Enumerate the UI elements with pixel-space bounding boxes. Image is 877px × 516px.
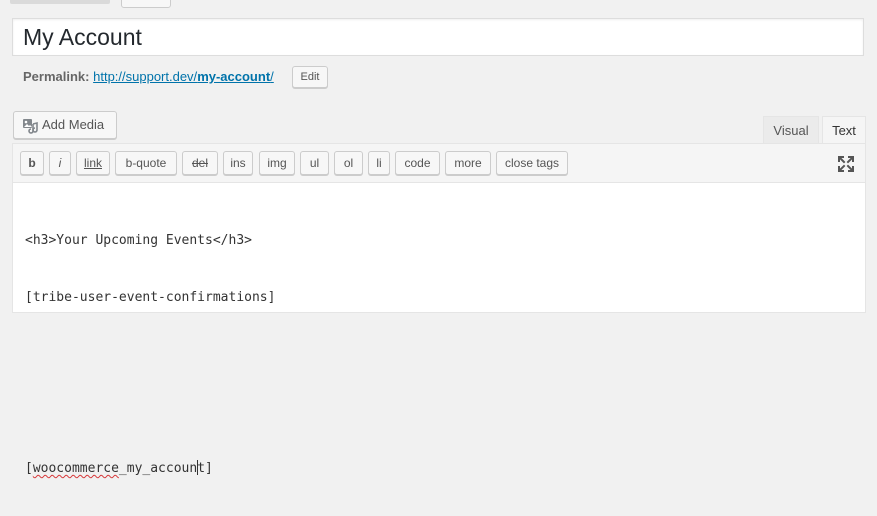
line5-open: [ — [25, 461, 33, 476]
permalink-label: Permalink: — [23, 69, 90, 84]
media-icon — [23, 119, 38, 134]
quicktag-del-button[interactable]: del — [182, 151, 218, 175]
misspelled-word: woocommerce — [32, 461, 119, 476]
quicktags-toolbar: b i link b-quote del ins img ul ol li co… — [13, 144, 865, 183]
line5-mid: _my_accoun — [118, 461, 198, 476]
quicktag-bold-button[interactable]: b — [20, 151, 44, 175]
add-media-label: Add Media — [42, 117, 105, 132]
edit-permalink-button[interactable]: Edit — [292, 66, 328, 88]
permalink-link[interactable]: http://support.dev/my-account/ — [93, 69, 274, 84]
content-textarea[interactable]: <h3>Your Upcoming Events</h3> [tribe-use… — [25, 193, 845, 516]
content-line-1: <h3>Your Upcoming Events</h3> — [25, 233, 252, 248]
content-line-3: ​ — [25, 345, 845, 364]
quicktag-li-button[interactable]: li — [368, 151, 390, 175]
permalink-url-slug: my-account — [197, 69, 271, 84]
content-line-4: ​ — [25, 402, 845, 421]
content-line-5: [woocommerce_my_account] — [25, 459, 845, 478]
page-heading-fragment — [10, 0, 110, 4]
quicktag-italic-button[interactable]: i — [49, 151, 71, 175]
quicktag-bquote-button[interactable]: b-quote — [115, 151, 177, 175]
quicktag-more-button[interactable]: more — [445, 151, 491, 175]
add-media-button[interactable]: Add Media — [13, 111, 117, 139]
line5-end: t] — [197, 461, 213, 476]
quicktag-close-tags-button[interactable]: close tags — [496, 151, 568, 175]
quicktag-ul-button[interactable]: ul — [300, 151, 329, 175]
content-line-2: [tribe-user-event-confirmations] — [25, 290, 276, 305]
quicktag-ol-button[interactable]: ol — [334, 151, 363, 175]
permalink-url-suffix: / — [270, 69, 274, 84]
tab-visual[interactable]: Visual — [763, 116, 819, 144]
add-new-button-fragment[interactable] — [121, 0, 171, 8]
content-editor: b i link b-quote del ins img ul ol li co… — [12, 143, 866, 476]
quicktag-link-button[interactable]: link — [76, 151, 110, 175]
post-title-input[interactable] — [12, 18, 864, 56]
quicktag-img-button[interactable]: img — [259, 151, 295, 175]
quicktag-ins-button[interactable]: ins — [223, 151, 253, 175]
quicktag-code-button[interactable]: code — [395, 151, 440, 175]
permalink-row: Permalink: http://support.dev/my-account… — [23, 66, 274, 88]
top-strip — [0, 0, 877, 8]
tab-text[interactable]: Text — [822, 116, 866, 144]
permalink-url-prefix: http://support.dev/ — [93, 69, 198, 84]
expand-icon[interactable] — [837, 155, 855, 173]
